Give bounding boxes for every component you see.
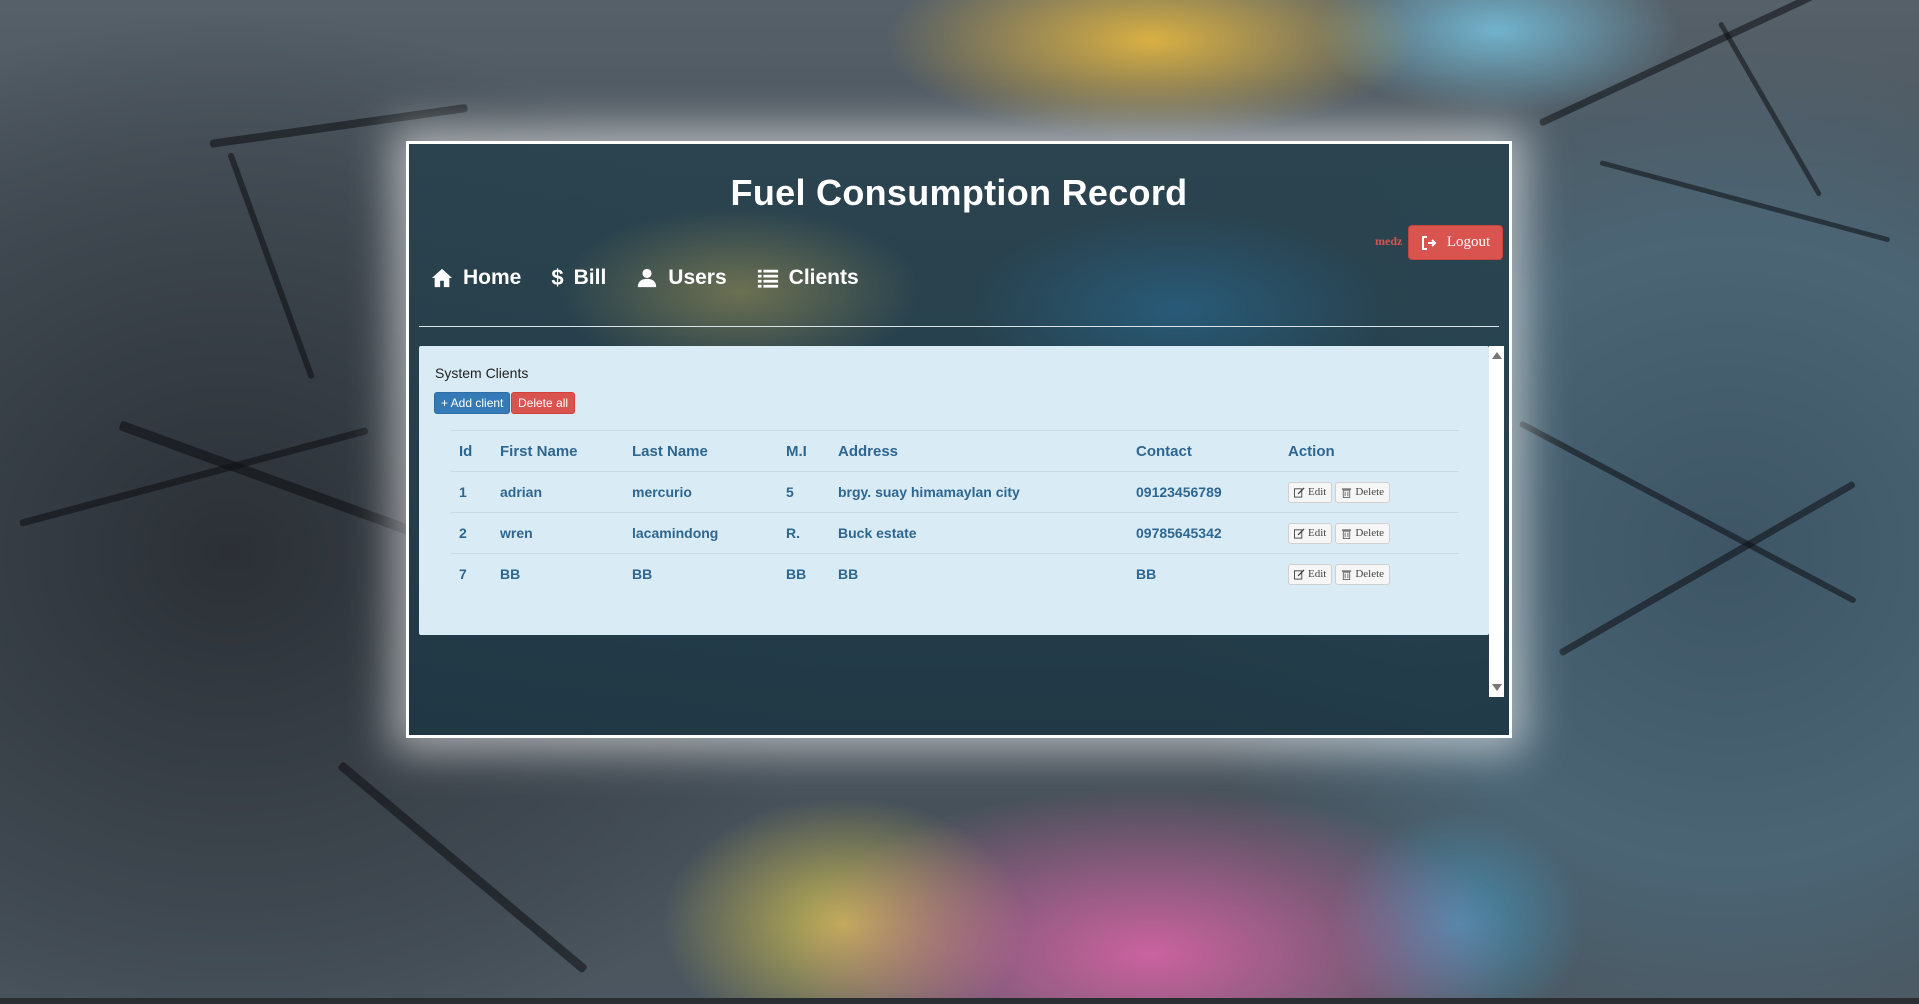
section-title: System Clients	[435, 365, 529, 381]
edit-label: Edit	[1308, 527, 1327, 539]
column-header: Address	[830, 430, 1128, 472]
cell-last-name: lacamindong	[624, 512, 778, 554]
nav-item-label: Home	[463, 266, 522, 289]
content-scrollbar[interactable]	[1489, 346, 1504, 697]
scroll-up-arrow[interactable]	[1492, 352, 1502, 359]
table-row: 2 wren lacamindong R. Buck estate 097856…	[451, 512, 1459, 554]
nav-item-clients[interactable]: Clients	[757, 266, 859, 290]
delete-label: Delete	[1355, 527, 1385, 539]
trash-icon	[1342, 487, 1352, 498]
cell-last-name: mercurio	[624, 471, 778, 513]
edit-icon	[1294, 527, 1305, 539]
table-row: 1 adrian mercurio 5 brgy. suay himamayla…	[451, 471, 1459, 513]
main-nav: Home $ Bill Users Clients	[431, 266, 889, 290]
window-bottom-bar	[0, 998, 1919, 1004]
trash-icon	[1342, 528, 1352, 539]
column-header: M.I	[778, 430, 830, 472]
logout-label: Logout	[1446, 234, 1491, 250]
cell-contact: BB	[1128, 553, 1280, 594]
cell-last-name: BB	[624, 553, 778, 594]
cell-id: 7	[451, 553, 492, 594]
edit-label: Edit	[1308, 486, 1327, 498]
column-header: Contact	[1128, 430, 1280, 472]
nav-item-label: Users	[668, 266, 727, 289]
cell-contact: 09785645342	[1128, 512, 1280, 554]
nav-item-bill[interactable]: $ Bill	[551, 266, 606, 290]
cell-first-name: wren	[492, 512, 624, 554]
scroll-down-arrow[interactable]	[1492, 684, 1502, 691]
nav-divider	[419, 326, 1499, 327]
delete-label: Delete	[1355, 486, 1385, 498]
edit-icon	[1294, 568, 1305, 580]
delete-button[interactable]: Delete	[1335, 522, 1391, 544]
delete-button[interactable]: Delete	[1335, 563, 1391, 585]
nav-item-users[interactable]: Users	[636, 266, 727, 290]
cell-id: 2	[451, 512, 492, 554]
dollar-icon: $	[551, 265, 564, 290]
cell-actions: Edit Delete	[1280, 553, 1459, 594]
delete-all-button[interactable]: Delete all	[511, 392, 576, 414]
nav-item-home[interactable]: Home	[431, 266, 521, 290]
add-client-button[interactable]: + Add client	[434, 392, 511, 414]
trash-icon	[1342, 569, 1352, 580]
page-title: Fuel Consumption Record	[730, 172, 1188, 213]
edit-icon	[1294, 486, 1305, 498]
clients-table: Id First Name Last Name M.I Address Cont…	[451, 430, 1459, 594]
column-header: Id	[451, 430, 492, 472]
logout-button[interactable]: Logout	[1408, 225, 1503, 260]
sign-out-icon	[1421, 235, 1437, 250]
column-header: Last Name	[624, 430, 778, 472]
list-icon	[757, 269, 778, 288]
cell-mi: R.	[778, 512, 830, 554]
cell-address: Buck estate	[830, 512, 1128, 554]
cell-address: BB	[830, 553, 1128, 594]
user-icon	[638, 268, 657, 288]
edit-button[interactable]: Edit	[1288, 563, 1333, 585]
cell-mi: 5	[778, 471, 830, 513]
edit-button[interactable]: Edit	[1288, 481, 1333, 503]
cell-first-name: BB	[492, 553, 624, 594]
cell-first-name: adrian	[492, 471, 624, 513]
home-icon	[431, 268, 453, 288]
delete-button[interactable]: Delete	[1335, 481, 1391, 503]
cell-actions: Edit Delete	[1280, 471, 1459, 513]
edit-button[interactable]: Edit	[1288, 522, 1333, 544]
main-panel: Fuel Consumption Record medz Logout Home…	[406, 141, 1512, 738]
table-row: 7 BB BB BB BB BB Edit Delete	[451, 553, 1459, 594]
clients-panel: System Clients + Add client Delete all I…	[419, 346, 1489, 635]
column-header: Action	[1280, 430, 1459, 472]
cell-actions: Edit Delete	[1280, 512, 1459, 554]
cell-mi: BB	[778, 553, 830, 594]
cell-id: 1	[451, 471, 492, 513]
cell-address: brgy. suay himamaylan city	[830, 471, 1128, 513]
table-header-row: Id First Name Last Name M.I Address Cont…	[451, 430, 1459, 472]
username-label: medz	[1375, 234, 1403, 248]
column-header: First Name	[492, 430, 624, 472]
nav-item-label: Clients	[788, 266, 859, 289]
delete-label: Delete	[1355, 568, 1385, 580]
cell-contact: 09123456789	[1128, 471, 1280, 513]
nav-item-label: Bill	[573, 266, 607, 289]
edit-label: Edit	[1308, 568, 1327, 580]
